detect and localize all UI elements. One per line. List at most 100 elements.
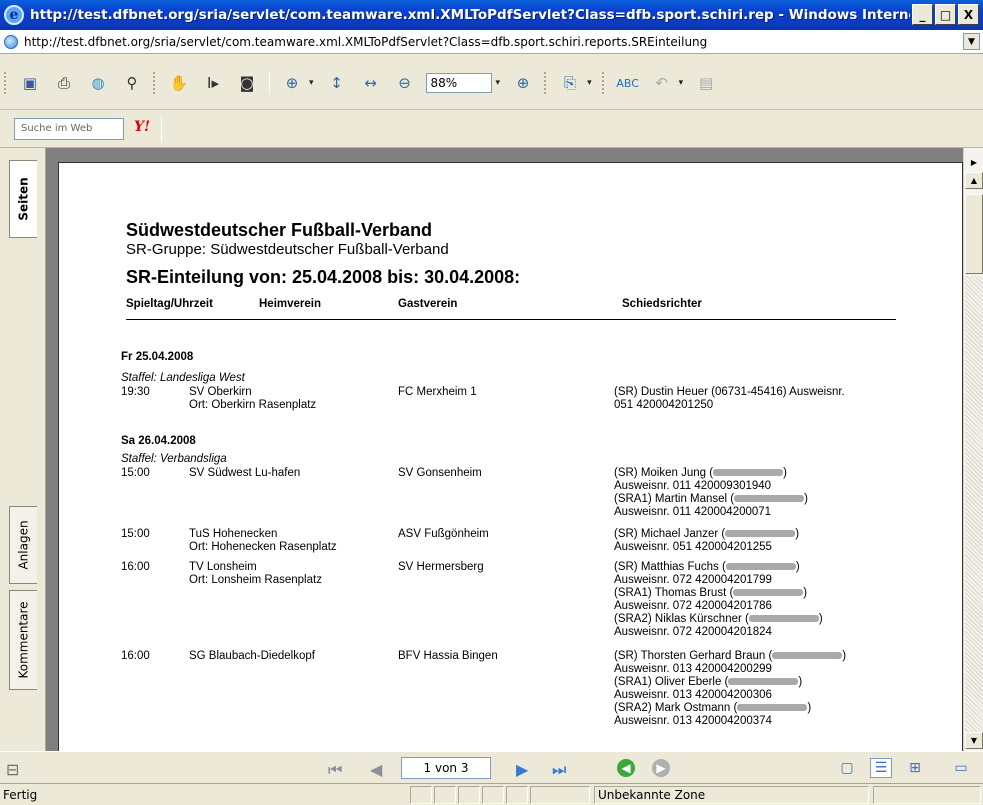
toolbar-grip[interactable] (4, 72, 7, 94)
referee-line: (SRA1) Oliver Eberle () (614, 676, 802, 689)
facing-view-icon[interactable]: ⊞ (904, 758, 926, 778)
close-paren: ) (783, 467, 787, 479)
yahoo-logo-icon[interactable]: Y! (134, 119, 150, 135)
hand-tool-icon[interactable]: ✋ (166, 71, 192, 95)
single-page-view-icon[interactable]: ▢ (836, 758, 858, 778)
address-url[interactable]: http://test.dfbnet.org/sria/servlet/com.… (24, 35, 707, 49)
referee-line: (SRA1) Martin Mansel () (614, 493, 808, 506)
match-venue: Ort: Hohenecken Rasenplatz (189, 541, 337, 553)
search-binoculars-icon[interactable]: ⚲ (119, 71, 145, 95)
zoom-tool-dropdown-icon[interactable]: ▾ (309, 78, 314, 88)
snapshot-icon[interactable]: ◙ (234, 71, 260, 95)
maximize-button[interactable]: □ (935, 4, 956, 25)
continuous-facing-view-icon[interactable]: ▭ (950, 758, 972, 778)
rotate-page-icon[interactable]: ⎘ (557, 71, 583, 95)
close-paren: ) (807, 702, 812, 714)
status-cell (458, 786, 480, 804)
undo-icon[interactable]: ↶ (649, 71, 675, 95)
close-paren: ) (795, 528, 800, 540)
zoom-in-tool-icon[interactable]: ⊕ (279, 71, 305, 95)
zoom-out-icon[interactable]: ⊖ (392, 71, 418, 95)
referee-line: (SR) Moiken Jung () (614, 467, 787, 480)
save-icon[interactable]: ▣ (17, 71, 43, 95)
tab-pages[interactable]: Seiten (9, 160, 37, 238)
referee-line: (SRA1) Thomas Brust () (614, 587, 807, 600)
close-button[interactable]: X (958, 4, 979, 25)
rotate-dropdown-icon[interactable]: ▾ (587, 78, 592, 88)
pdf-toolbar: ▣ ⎙ ◍ ⚲ ✋ I▸ ◙ ⊕ ▾ ↕ ↔ ⊖ 88% ▾ ⊕ ⎘ ▾ ABC… (0, 54, 983, 110)
previous-page-icon[interactable]: ◀ (370, 760, 382, 779)
close-paren: ) (795, 561, 800, 573)
referee-id: Ausweisnr. 072 420004201799 (614, 574, 772, 586)
scroll-thumb[interactable] (965, 194, 983, 274)
address-bar[interactable]: http://test.dfbnet.org/sria/servlet/com.… (0, 30, 983, 54)
scroll-track[interactable] (965, 276, 983, 732)
redacted-phone (725, 530, 796, 538)
options-icon[interactable]: ⊟ (6, 760, 19, 779)
scroll-right-arrow-icon[interactable]: ▶ (965, 154, 983, 171)
print-icon[interactable]: ⎙ (51, 71, 77, 95)
col-header-guest: Gastverein (398, 298, 458, 310)
referee-id: Ausweisnr. 072 420004201786 (614, 600, 772, 612)
web-search-input[interactable]: Suche im Web (14, 118, 124, 140)
referee-name: (SR) Matthias Fuchs ( (614, 561, 726, 573)
referee-name: (SR) Moiken Jung ( (614, 467, 714, 479)
page-icon (4, 34, 18, 49)
tab-comments[interactable]: Kommentare (9, 590, 37, 690)
document-viewport[interactable]: Südwestdeutscher Fußball-Verband SR-Grup… (46, 148, 963, 751)
redacted-phone (733, 589, 804, 597)
status-cell (506, 786, 528, 804)
next-page-icon[interactable]: ▶ (516, 760, 528, 779)
zoom-level-dropdown-icon[interactable]: ▾ (496, 78, 501, 88)
first-page-icon[interactable]: ⏮ (328, 760, 342, 780)
page-number-field[interactable]: 1 von 3 (401, 757, 491, 779)
match-time: 19:30 (121, 386, 150, 398)
redacted-phone (728, 678, 799, 686)
fit-width-icon[interactable]: ↔ (358, 71, 384, 95)
address-dropdown-button[interactable]: ▼ (963, 33, 980, 50)
status-cell (530, 786, 590, 804)
close-paren: ) (798, 676, 803, 688)
match-time: 16:00 (121, 561, 150, 573)
match-home: TV Lonsheim (189, 561, 257, 573)
go-forward-icon[interactable]: ▶ (652, 759, 670, 777)
scroll-up-button[interactable]: ▲ (965, 172, 983, 189)
scroll-down-button[interactable]: ▼ (965, 732, 983, 749)
fit-page-icon[interactable]: ↕ (324, 71, 350, 95)
status-cell (434, 786, 456, 804)
match-home: TuS Hohenecken (189, 528, 278, 540)
undo-dropdown-icon[interactable]: ▾ (679, 78, 684, 88)
referee-name: (SR) Thorsten Gerhard Braun ( (614, 650, 773, 662)
toolbar-grip-3 (544, 72, 547, 94)
toolbar-grip-4 (601, 72, 605, 94)
tab-comments-label: Kommentare (16, 601, 31, 679)
vertical-scrollbar[interactable]: ▶ ▲ ▼ (963, 148, 983, 751)
window-title: http://test.dfbnet.org/sria/servlet/com.… (30, 7, 910, 23)
tab-attachments[interactable]: Anlagen (9, 506, 37, 584)
select-text-icon[interactable]: I▸ (200, 71, 226, 95)
continuous-view-icon[interactable]: ☰ (870, 758, 892, 778)
minimize-button[interactable]: _ (912, 4, 933, 25)
referee-id: Ausweisnr. 013 420004200299 (614, 663, 772, 675)
zoom-level-field[interactable]: 88% (425, 73, 492, 93)
match-venue: Ort: Oberkirn Rasenplatz (189, 399, 317, 411)
go-back-icon[interactable]: ◀ (617, 759, 635, 777)
security-zone: Unbekannte Zone (598, 788, 706, 802)
referee-id: Ausweisnr. 011 420004200071 (614, 506, 772, 518)
document-icon[interactable]: ▤ (693, 71, 719, 95)
referee-id: Ausweisnr. 051 420004201255 (614, 541, 772, 553)
match-home: SV Südwest Lu-hafen (189, 467, 301, 479)
email-icon[interactable]: ◍ (85, 71, 111, 95)
org-title: Südwestdeutscher Fußball-Verband (126, 220, 433, 240)
day-heading: Sa 26.04.2008 (121, 435, 196, 447)
resize-grip[interactable] (873, 786, 981, 804)
last-page-icon[interactable]: ⏭ (552, 760, 566, 780)
redacted-phone (713, 469, 784, 477)
close-paren: ) (804, 493, 808, 505)
assignment-heading: SR-Einteilung von: 25.04.2008 bis: 30.04… (126, 267, 521, 287)
close-paren: ) (842, 650, 847, 662)
zoom-in-icon[interactable]: ⊕ (510, 71, 536, 95)
spell-check-icon[interactable]: ABC (615, 71, 641, 95)
referee-line: (SR) Matthias Fuchs () (614, 561, 800, 574)
referee-line: (SRA2) Niklas Kürschner () (614, 613, 823, 626)
